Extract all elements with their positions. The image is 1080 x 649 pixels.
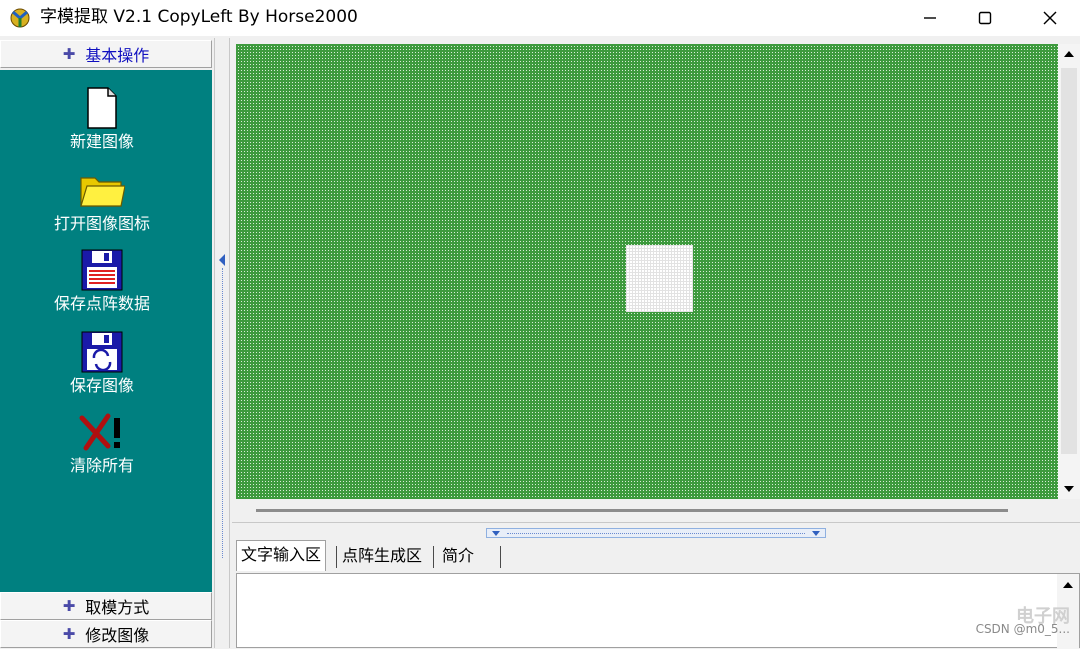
- maximize-button[interactable]: [955, 0, 1015, 36]
- tab-separator: [433, 546, 434, 568]
- tool-label: 打开图像图标: [53, 214, 150, 233]
- plus-icon: ✚: [62, 597, 76, 615]
- watermark: 电子网 CSDN @m0_5...: [896, 598, 1080, 648]
- minimize-button[interactable]: [900, 0, 960, 36]
- horizontal-splitter[interactable]: [232, 522, 1080, 542]
- folder-icon: [78, 168, 126, 212]
- plus-icon: ✚: [62, 45, 76, 63]
- scroll-thumb[interactable]: [1061, 68, 1077, 454]
- dot-matrix-canvas-frame: [232, 40, 1080, 520]
- minimize-icon: [924, 17, 936, 19]
- save-image-icon: [78, 330, 126, 374]
- tool-label: 新建图像: [69, 132, 134, 151]
- new-file-icon: [78, 86, 126, 130]
- group-modulo-method[interactable]: ✚ 取模方式: [0, 592, 212, 620]
- collapse-left-icon: [219, 254, 225, 266]
- tab-separator: [500, 546, 501, 568]
- splitter-handle[interactable]: [486, 528, 826, 538]
- window-title: 字模提取 V2.1 CopyLeft By Horse2000: [40, 7, 358, 27]
- close-icon: [1043, 11, 1057, 25]
- collapse-up-icon: [492, 531, 500, 536]
- tab-introduction[interactable]: 简介: [442, 542, 474, 570]
- new-image-button[interactable]: 新建图像: [0, 86, 204, 152]
- scroll-down-icon[interactable]: [1058, 479, 1080, 499]
- toolbox-panel: 新建图像 打开图像图标 保存点阵数据 保存图像 清除所有: [0, 70, 212, 592]
- close-button[interactable]: [1020, 0, 1080, 36]
- group-modify-image[interactable]: ✚ 修改图像: [0, 620, 212, 648]
- tab-separator: [336, 546, 337, 568]
- group-label: 基本操作: [85, 46, 150, 65]
- group-basic-operations[interactable]: ✚ 基本操作: [0, 40, 212, 68]
- maximize-icon: [978, 11, 992, 25]
- app-logo-icon: [8, 6, 32, 30]
- clear-all-icon: [78, 410, 126, 454]
- splitter-grip: [507, 533, 805, 534]
- scroll-up-icon[interactable]: [1058, 44, 1080, 64]
- tab-strip: 文字输入区 点阵生成区 简介: [232, 540, 1080, 572]
- group-label: 取模方式: [85, 598, 150, 617]
- save-matrix-data-button[interactable]: 保存点阵数据: [0, 248, 204, 314]
- tool-label: 清除所有: [69, 456, 134, 475]
- selected-pixel-block[interactable]: [626, 245, 693, 312]
- tool-sidebar: ✚ 基本操作 新建图像 打开图像图标 保存点阵数据 保存图像 清除所有 ✚ 取模…: [0, 38, 214, 648]
- collapse-down-icon: [812, 531, 820, 536]
- tool-label: 保存点阵数据: [53, 294, 150, 313]
- group-label: 修改图像: [85, 626, 150, 645]
- open-image-icon-button[interactable]: 打开图像图标: [0, 168, 204, 234]
- horizontal-scrollbar[interactable]: [236, 501, 1058, 519]
- dot-matrix-grid[interactable]: [236, 44, 1058, 499]
- tool-label: 保存图像: [69, 376, 134, 395]
- save-data-icon: [78, 248, 126, 292]
- save-image-button[interactable]: 保存图像: [0, 330, 204, 396]
- clear-all-button[interactable]: 清除所有: [0, 410, 204, 476]
- horizontal-scroll-thumb[interactable]: [256, 509, 1008, 512]
- plus-icon: ✚: [62, 625, 76, 643]
- tab-text-input[interactable]: 文字输入区: [236, 540, 327, 571]
- title-bar: 字模提取 V2.1 CopyLeft By Horse2000: [0, 0, 1080, 36]
- vertical-scrollbar[interactable]: [1058, 44, 1080, 499]
- tab-matrix-output[interactable]: 点阵生成区: [342, 542, 422, 570]
- watermark-credit: CSDN @m0_5...: [975, 622, 1070, 636]
- vertical-splitter[interactable]: [214, 38, 230, 648]
- splitter-grip: [222, 268, 224, 558]
- scroll-up-icon: [1063, 582, 1073, 588]
